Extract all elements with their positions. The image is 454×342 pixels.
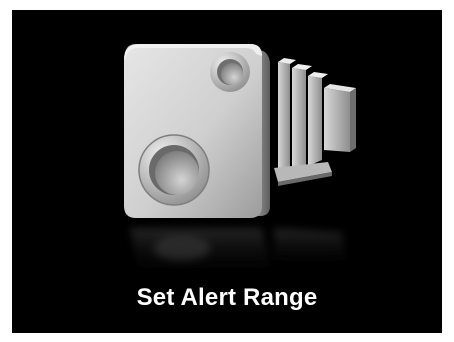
tile-label: Set Alert Range — [136, 284, 318, 311]
set-alert-range-tile[interactable]: Set Alert Range — [12, 10, 442, 333]
